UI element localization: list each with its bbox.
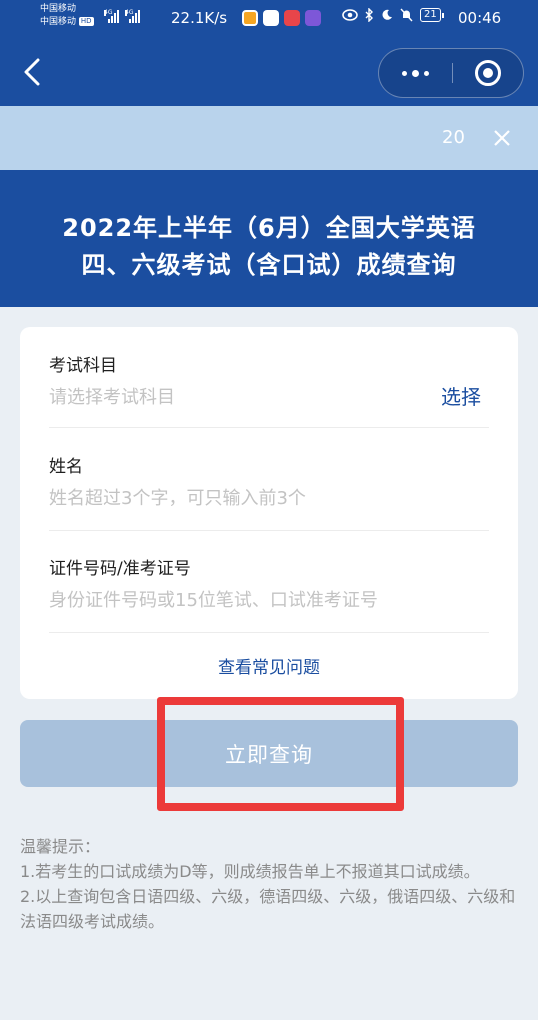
- id-number-label: 证件号码/准考证号: [49, 559, 191, 579]
- select-subject-button[interactable]: 选择: [441, 381, 481, 410]
- bluetooth-icon: [365, 8, 373, 22]
- close-x-icon[interactable]: [493, 129, 511, 147]
- net-speed: 22.1K/s: [171, 9, 228, 27]
- carrier-1: 中国移动: [40, 4, 77, 14]
- subject-input[interactable]: [49, 387, 429, 408]
- music-app-icon: [305, 10, 321, 26]
- countdown-label: 20: [442, 127, 465, 148]
- target-close-icon[interactable]: [475, 60, 501, 86]
- subject-field: 考试科目: [49, 351, 489, 408]
- tips-section: 温馨提示： 1.若考生的口试成绩为D等，则成绩报告单上不报道其口试成绩。 2.以…: [20, 834, 520, 934]
- faq-link[interactable]: 查看常见问题: [20, 653, 518, 678]
- carrier-2: 中国移动: [40, 17, 77, 27]
- capsule-menu: [378, 48, 524, 98]
- status-bar: 中国移动 中国移动 HD 4G 4G 22.1K/s 21 00:46: [0, 0, 538, 38]
- hd-badge: HD: [78, 17, 94, 26]
- signal-icon: 4G: [125, 10, 140, 23]
- name-label: 姓名: [49, 457, 83, 477]
- clock: 00:46: [458, 9, 502, 27]
- carrier-info: 中国移动 中国移动 HD: [40, 3, 94, 29]
- id-number-field: 证件号码/准考证号: [49, 554, 489, 611]
- battery-indicator: 21: [420, 8, 444, 22]
- chevron-left-icon[interactable]: [20, 58, 46, 86]
- id-number-input[interactable]: [49, 590, 479, 611]
- tip-item-1: 1.若考生的口试成绩为D等，则成绩报告单上不报道其口试成绩。: [20, 862, 480, 881]
- system-icons: 21: [342, 8, 444, 22]
- moon-icon: [382, 9, 392, 20]
- signal-indicators: 4G 4G: [104, 10, 140, 23]
- notice-bar: 20: [0, 106, 538, 170]
- video-app-icon: [284, 10, 300, 26]
- highlight-annotation-box: [157, 697, 404, 811]
- signal-icon: 4G: [104, 10, 119, 23]
- tips-heading: 温馨提示：: [20, 837, 101, 856]
- divider: [49, 427, 489, 428]
- page-header: 2022年上半年（6月）全国大学英语 四、六级考试（含口试）成绩查询: [0, 170, 538, 307]
- nav-bar: [0, 38, 538, 106]
- page-title-line2: 四、六级考试（含口试）成绩查询: [81, 251, 457, 279]
- subject-label: 考试科目: [49, 356, 117, 376]
- more-dots-icon[interactable]: [379, 49, 452, 97]
- name-input[interactable]: [49, 488, 429, 509]
- tip-item-2: 2.以上查询包含日语四级、六级，德语四级、六级，俄语四级、六级和法语四级考试成绩…: [20, 887, 516, 931]
- mail-icon: [263, 10, 279, 26]
- divider: [49, 632, 489, 633]
- notification-app-icons: [242, 10, 321, 26]
- page-title-line1: 2022年上半年（6月）全国大学英语: [62, 214, 476, 242]
- eye-icon: [342, 9, 358, 21]
- divider: [49, 530, 489, 531]
- query-form-card: 考试科目 选择 姓名 证件号码/准考证号 查看常见问题: [20, 327, 518, 699]
- capsule-divider: [452, 63, 453, 83]
- bell-muted-icon: [400, 8, 413, 22]
- weibo-icon: [242, 10, 258, 26]
- name-field: 姓名: [49, 452, 489, 509]
